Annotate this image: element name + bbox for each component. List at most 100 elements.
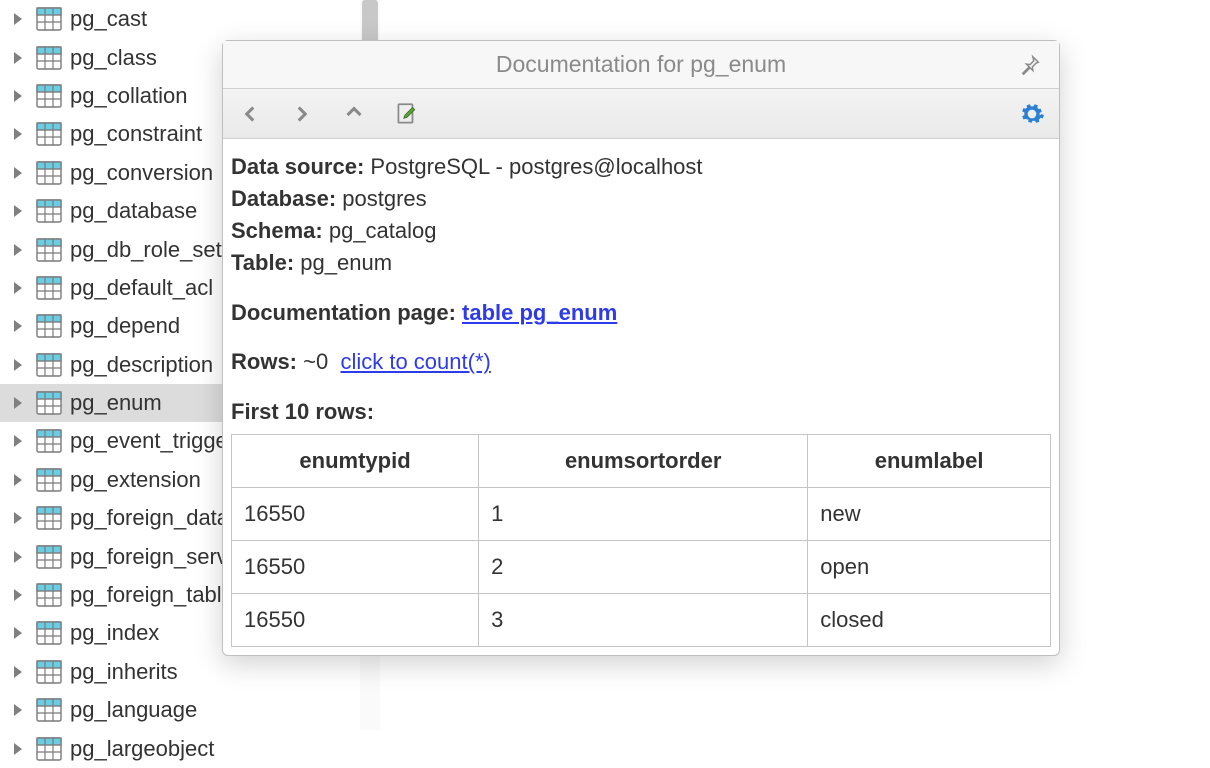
tree-item-label: pg_foreign_server [70,544,247,570]
cell: new [808,488,1051,541]
table-icon [36,621,62,645]
expand-arrow-icon[interactable] [4,358,32,372]
expand-arrow-icon[interactable] [4,281,32,295]
expand-arrow-icon[interactable] [4,243,32,257]
tree-item-label: pg_conversion [70,160,213,186]
rows-line: Rows: ~0 click to count(*) [231,346,1051,378]
datasource-value: PostgreSQL - postgres@localhost [370,154,702,179]
expand-arrow-icon[interactable] [4,89,32,103]
rows-label: Rows: [231,349,297,374]
forward-button[interactable] [285,97,319,131]
table-icon [36,199,62,223]
popup-titlebar: Documentation for pg_enum [223,41,1059,89]
popup-body: Data source: PostgreSQL - postgres@local… [223,139,1059,655]
cell: open [808,541,1051,594]
expand-arrow-icon[interactable] [4,204,32,218]
tree-item-label: pg_database [70,198,197,224]
tree-item-label: pg_default_acl [70,275,213,301]
expand-arrow-icon[interactable] [4,550,32,564]
table-icon [36,698,62,722]
table-icon [36,660,62,684]
table-value: pg_enum [300,250,392,275]
table-label: Table: [231,250,294,275]
column-header: enumlabel [808,435,1051,488]
tree-item-label: pg_largeobject [70,736,214,762]
schema-line: Schema: pg_catalog [231,215,1051,247]
table-icon [36,391,62,415]
table-icon [36,276,62,300]
back-button[interactable] [233,97,267,131]
expand-arrow-icon[interactable] [4,396,32,410]
up-button[interactable] [337,97,371,131]
cell: 2 [479,541,808,594]
expand-arrow-icon[interactable] [4,12,32,26]
tree-item-label: pg_depend [70,313,180,339]
expand-arrow-icon[interactable] [4,511,32,525]
table-icon [36,506,62,530]
table-row: 165503closed [232,593,1051,646]
tree-item-label: pg_index [70,620,159,646]
docpage-link[interactable]: table pg_enum [462,300,617,325]
expand-arrow-icon[interactable] [4,626,32,640]
docpage-label: Documentation page: [231,300,456,325]
first-rows-table: enumtypidenumsortorderenumlabel 165501ne… [231,434,1051,647]
tree-item-label: pg_event_trigger [70,428,235,454]
documentation-popup: Documentation for pg_enum Data source: [222,40,1060,656]
table-icon [36,583,62,607]
table-icon [36,737,62,761]
settings-button[interactable] [1015,97,1049,131]
tree-item-label: pg_class [70,45,157,71]
table-icon [36,545,62,569]
first-rows-label: First 10 rows: [231,399,374,424]
tree-item-label: pg_extension [70,467,201,493]
table-icon [36,429,62,453]
tree-item-label: pg_collation [70,83,187,109]
pin-button[interactable] [1017,51,1045,79]
schema-label: Schema: [231,218,323,243]
expand-arrow-icon[interactable] [4,588,32,602]
table-line: Table: pg_enum [231,247,1051,279]
docpage-line: Documentation page: table pg_enum [231,297,1051,329]
table-icon [36,84,62,108]
tree-item-label: pg_foreign_table [70,582,234,608]
database-label: Database: [231,186,336,211]
expand-arrow-icon[interactable] [4,51,32,65]
cell: 1 [479,488,808,541]
table-icon [36,468,62,492]
expand-arrow-icon[interactable] [4,665,32,679]
first-rows-label-line: First 10 rows: [231,396,1051,428]
table-icon [36,161,62,185]
database-line: Database: postgres [231,183,1051,215]
cell: 16550 [232,593,479,646]
tree-item[interactable]: pg_largeobject [0,729,360,767]
column-header: enumsortorder [479,435,808,488]
schema-value: pg_catalog [329,218,437,243]
tree-item-label: pg_inherits [70,659,178,685]
popup-title: Documentation for pg_enum [496,51,786,78]
tree-item[interactable]: pg_cast [0,0,360,38]
database-value: postgres [342,186,426,211]
table-icon [36,314,62,338]
expand-arrow-icon[interactable] [4,703,32,717]
expand-arrow-icon[interactable] [4,319,32,333]
expand-arrow-icon[interactable] [4,166,32,180]
edit-button[interactable] [389,97,423,131]
tree-item-label: pg_cast [70,6,147,32]
expand-arrow-icon[interactable] [4,127,32,141]
popup-toolbar [223,89,1059,139]
cell: closed [808,593,1051,646]
datasource-line: Data source: PostgreSQL - postgres@local… [231,151,1051,183]
expand-arrow-icon[interactable] [4,473,32,487]
tree-item[interactable]: pg_language [0,691,360,729]
tree-item-label: pg_language [70,697,197,723]
table-icon [36,7,62,31]
tree-item-label: pg_description [70,352,213,378]
table-icon [36,238,62,262]
table-row: 165502open [232,541,1051,594]
cell: 16550 [232,541,479,594]
tree-item[interactable]: pg_inherits [0,653,360,691]
expand-arrow-icon[interactable] [4,434,32,448]
expand-arrow-icon[interactable] [4,742,32,756]
count-link[interactable]: click to count(*) [340,349,490,374]
tree-item-label: pg_enum [70,390,162,416]
